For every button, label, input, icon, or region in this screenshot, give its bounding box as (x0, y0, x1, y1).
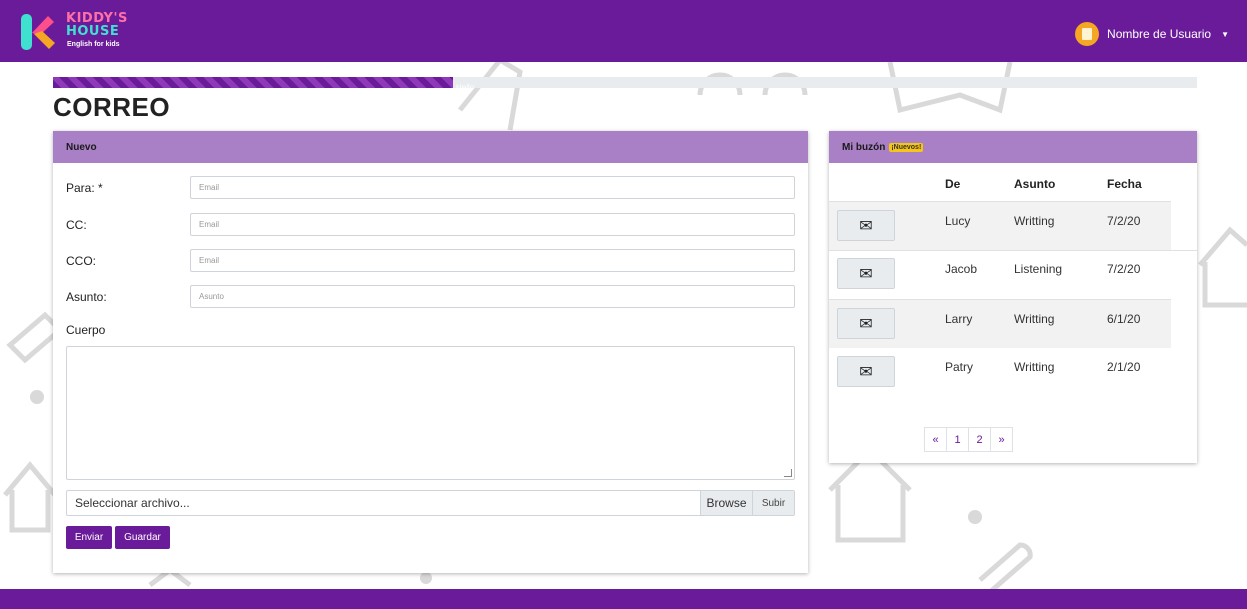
to-input[interactable]: Email (190, 176, 795, 199)
body-textarea[interactable] (66, 346, 795, 480)
body-label: Cuerpo (66, 323, 106, 337)
row-subject: Writting (1014, 312, 1055, 326)
send-button[interactable]: Enviar (66, 526, 112, 549)
row-from: Jacob (945, 262, 978, 276)
subject-row: Asunto: Asunto (66, 285, 795, 308)
row-date: 7/2/20 (1107, 214, 1141, 228)
row-from: Larry (945, 312, 973, 326)
cc-row: CC: Email (66, 213, 795, 236)
table-row[interactable]: ✉ Patry Writting 2/1/20 (829, 348, 1171, 397)
cc-input[interactable]: Email (190, 213, 795, 236)
row-subject: Writting (1014, 360, 1055, 374)
table-row[interactable]: ✉ Jacob Listening 7/2/20 (829, 250, 1171, 299)
row-from: Lucy (945, 214, 971, 228)
table-row[interactable]: ✉ Lucy Writting 7/2/20 (829, 201, 1171, 250)
to-row: Para: * Email (66, 176, 795, 199)
resize-handle-icon[interactable] (784, 469, 792, 477)
pagination-next[interactable]: » (990, 427, 1013, 452)
row-subject: Writting (1014, 214, 1055, 228)
user-name: Nombre de Usuario (1107, 27, 1212, 41)
progress-label: Hello (456, 83, 475, 92)
inbox-panel: Mi buzón ¡Nuevos! De Asunto Fecha ✉ Lucy… (829, 131, 1197, 463)
footer-bar (0, 589, 1247, 609)
open-message-button[interactable]: ✉ (837, 210, 895, 241)
open-message-button[interactable]: ✉ (837, 308, 895, 339)
table-row[interactable]: ✉ Larry Writting 6/1/20 (829, 299, 1171, 348)
row-subject: Listening (1014, 262, 1063, 276)
row-from: Patry (945, 360, 974, 374)
inbox-header: Mi buzón ¡Nuevos! (829, 131, 1197, 163)
chevron-down-icon: ▼ (1221, 29, 1229, 39)
column-header-subject[interactable]: Asunto (1014, 177, 1055, 191)
browse-button[interactable]: Browse (700, 491, 752, 515)
envelope-open-icon: ✉ (859, 217, 873, 235)
bcc-row: CCO: Email (66, 249, 795, 272)
document-icon (1075, 22, 1100, 46)
row-date: 7/2/20 (1107, 262, 1141, 276)
upload-button[interactable]: Subir (752, 491, 794, 515)
logo-title: KIDDY'S HOUSE (66, 12, 128, 38)
column-header-date[interactable]: Fecha (1107, 177, 1142, 191)
open-message-button[interactable]: ✉ (837, 258, 895, 289)
envelope-open-icon: ✉ (859, 363, 873, 381)
subject-label: Asunto: (66, 289, 107, 304)
row-date: 2/1/20 (1107, 360, 1141, 374)
app-logo[interactable]: KIDDY'S HOUSE English for kids (20, 11, 135, 53)
column-header-from[interactable]: De (945, 177, 960, 191)
new-badge: ¡Nuevos! (889, 142, 924, 152)
inbox-title: Mi buzón (842, 141, 886, 153)
row-date: 6/1/20 (1107, 312, 1141, 326)
logo-title-line-2: HOUSE (66, 24, 120, 39)
save-button[interactable]: Guardar (115, 526, 170, 549)
pagination-page-2[interactable]: 2 (968, 427, 991, 452)
file-input[interactable]: Seleccionar archivo... (67, 496, 700, 510)
compose-panel: Nuevo Para: * Email CC: Email CCO: Email… (53, 131, 808, 573)
compose-header: Nuevo (53, 131, 808, 163)
to-label: Para: * (66, 180, 103, 195)
user-menu[interactable]: Nombre de Usuario ▼ (1075, 22, 1229, 46)
progress-bar (53, 77, 1197, 88)
progress-fill (53, 77, 454, 88)
pagination-page-1[interactable]: 1 (946, 427, 969, 452)
envelope-open-icon: ✉ (859, 315, 873, 333)
bcc-input[interactable]: Email (190, 249, 795, 272)
bcc-label: CCO: (66, 253, 96, 268)
top-navbar: KIDDY'S HOUSE English for kids Nombre de… (0, 0, 1247, 62)
cc-label: CC: (66, 217, 87, 232)
pagination: « 1 2 » (924, 427, 1013, 452)
open-message-button[interactable]: ✉ (837, 356, 895, 387)
page-title: CORREO (53, 92, 171, 122)
file-picker: Seleccionar archivo... Browse Subir (66, 490, 795, 516)
pagination-prev[interactable]: « (924, 427, 947, 452)
envelope-open-icon: ✉ (859, 265, 873, 283)
logo-k-icon (21, 14, 55, 50)
subject-input[interactable]: Asunto (190, 285, 795, 308)
logo-subtitle: English for kids (67, 41, 120, 48)
